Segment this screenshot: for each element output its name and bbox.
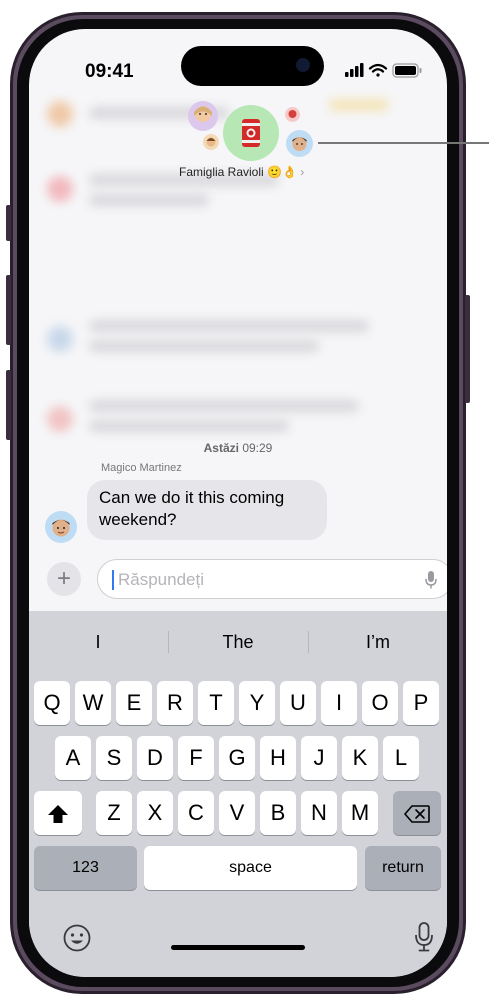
suggestion-2[interactable]: The [169, 627, 307, 657]
message-timestamp: Astăzi 09:29 [29, 441, 447, 455]
plus-icon[interactable]: + [47, 562, 81, 596]
key-n[interactable]: N [301, 791, 337, 835]
key-h[interactable]: H [260, 736, 296, 780]
battery-icon [392, 63, 422, 78]
key-v[interactable]: V [219, 791, 255, 835]
volume-down-button [6, 370, 11, 440]
key-x[interactable]: X [137, 791, 173, 835]
suggestion-3[interactable]: I’m [309, 627, 447, 657]
key-m[interactable]: M [342, 791, 378, 835]
key-i[interactable]: I [321, 681, 357, 725]
member-avatar [203, 134, 219, 150]
key-p[interactable]: P [403, 681, 439, 725]
shift-key[interactable] [34, 791, 82, 835]
return-key[interactable]: return [365, 846, 441, 890]
key-o[interactable]: O [362, 681, 398, 725]
message-input[interactable]: Răspundeți [97, 559, 447, 599]
message-text-line-1: Can we do it this coming [99, 488, 285, 507]
status-icons [345, 61, 425, 81]
group-name[interactable]: Famiglia Ravioli 🙂👌 › [179, 165, 304, 179]
message-placeholder: Răspundeți [118, 570, 205, 589]
key-l[interactable]: L [383, 736, 419, 780]
message-text-line-2: weekend? [99, 510, 177, 529]
side-button [465, 295, 470, 403]
key-q[interactable]: Q [34, 681, 70, 725]
key-y[interactable]: Y [239, 681, 275, 725]
timestamp-time: 09:29 [242, 441, 273, 455]
space-key[interactable]: space [144, 846, 357, 890]
callout-line [318, 142, 489, 144]
chevron-right-icon: › [300, 165, 305, 179]
group-photo [223, 105, 279, 161]
key-j[interactable]: J [301, 736, 337, 780]
suggestion-1[interactable]: I [29, 627, 167, 657]
microphone-icon[interactable] [424, 570, 438, 595]
key-r[interactable]: R [157, 681, 193, 725]
key-a[interactable]: A [55, 736, 91, 780]
key-u[interactable]: U [280, 681, 316, 725]
key-t[interactable]: T [198, 681, 234, 725]
key-e[interactable]: E [116, 681, 152, 725]
member-avatar [286, 130, 313, 157]
signal-icon [345, 63, 364, 77]
wifi-icon [368, 63, 388, 77]
group-name-text: Famiglia Ravioli 🙂👌 [179, 165, 297, 179]
camera-icon [296, 58, 310, 72]
shift-icon [48, 805, 68, 824]
screen: 09:41 Famiglia Ravioli 🙂👌 › Astăzi 09:29… [29, 29, 447, 977]
text-caret [112, 570, 114, 590]
delete-icon [404, 805, 430, 823]
delete-key[interactable] [393, 791, 441, 835]
key-s[interactable]: S [96, 736, 132, 780]
sender-avatar[interactable] [45, 511, 77, 543]
keyboard: I The I’m Q W E R T Y U I O P A S D F G … [29, 611, 447, 977]
home-indicator[interactable] [171, 945, 305, 950]
key-w[interactable]: W [75, 681, 111, 725]
sender-name: Magico Martinez [101, 462, 182, 474]
volume-up-button [6, 275, 11, 345]
key-b[interactable]: B [260, 791, 296, 835]
key-c[interactable]: C [178, 791, 214, 835]
dictation-icon[interactable] [414, 921, 434, 958]
member-avatar [188, 101, 218, 131]
key-g[interactable]: G [219, 736, 255, 780]
emoji-icon[interactable] [62, 923, 92, 958]
key-d[interactable]: D [137, 736, 173, 780]
message-bubble[interactable]: Can we do it this coming weekend? [87, 480, 327, 540]
numbers-key[interactable]: 123 [34, 846, 137, 890]
status-time: 09:41 [85, 61, 134, 82]
member-avatar [285, 107, 300, 122]
key-z[interactable]: Z [96, 791, 132, 835]
key-k[interactable]: K [342, 736, 378, 780]
timestamp-day: Astăzi [203, 441, 239, 455]
action-button [6, 205, 11, 241]
dynamic-island [181, 46, 324, 86]
key-f[interactable]: F [178, 736, 214, 780]
